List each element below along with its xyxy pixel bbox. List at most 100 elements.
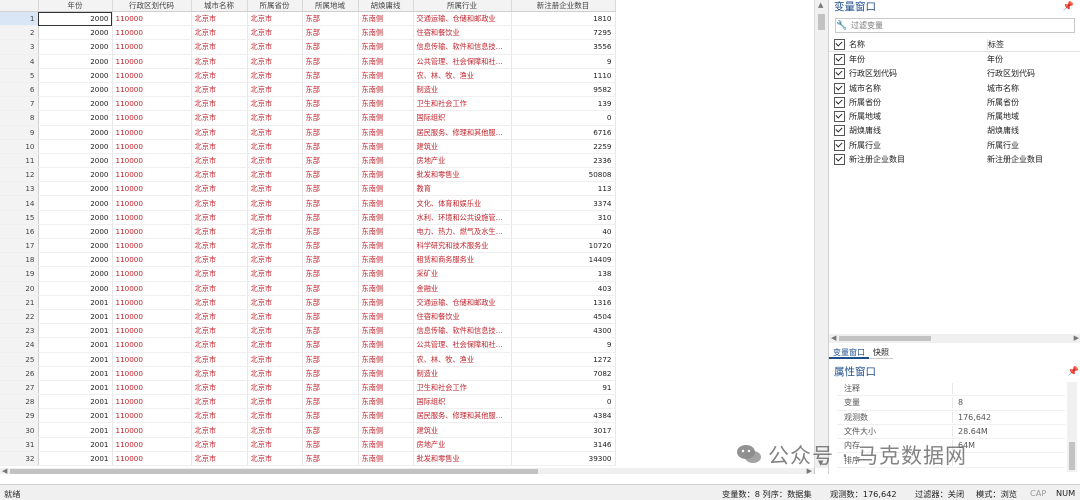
table-cell[interactable]: 东部: [302, 39, 359, 55]
table-cell[interactable]: 91: [511, 380, 616, 396]
table-cell[interactable]: 北京市: [247, 295, 303, 310]
table-row[interactable]: 13 2000 110000 北京市 北京市 东部 东南侧 教育 113: [0, 181, 616, 197]
table-cell[interactable]: 东南侧: [358, 39, 414, 55]
table-cell[interactable]: 北京市: [191, 54, 248, 69]
variable-list[interactable]: 名称 标签 年份 年份 行政区划代码 行政区划代码 城市名称 城市名称 所属省份 所属省份 所属…: [829, 37, 1080, 167]
row-number[interactable]: 25: [0, 352, 39, 367]
table-cell[interactable]: 北京市: [191, 39, 248, 55]
row-number[interactable]: 32: [0, 451, 39, 467]
table-cell[interactable]: 110000: [112, 309, 192, 325]
table-cell[interactable]: 北京市: [247, 366, 303, 381]
table-cell[interactable]: 10720: [511, 238, 616, 254]
table-cell[interactable]: 北京市: [247, 54, 303, 69]
table-cell[interactable]: 北京市: [191, 96, 248, 112]
table-cell[interactable]: 北京市: [247, 181, 303, 197]
table-row[interactable]: 28 2001 110000 北京市 北京市 东部 东南侧 国际组织 0: [0, 394, 616, 410]
table-row[interactable]: 2 2000 110000 北京市 北京市 东部 东南侧 住宿和餐饮业 7295: [0, 25, 616, 41]
table-cell[interactable]: 110000: [112, 139, 192, 154]
table-cell[interactable]: 110000: [112, 352, 192, 367]
table-cell[interactable]: 北京市: [191, 195, 248, 211]
table-cell[interactable]: 北京市: [247, 224, 303, 240]
table-cell[interactable]: 110000: [112, 252, 192, 268]
table-cell[interactable]: 110000: [112, 181, 192, 197]
pin-icon[interactable]: 📌: [1063, 0, 1074, 14]
table-cell[interactable]: 2000: [38, 210, 113, 225]
table-cell[interactable]: 北京市: [191, 266, 248, 282]
table-cell[interactable]: 110000: [112, 422, 192, 438]
table-cell[interactable]: 北京市: [191, 380, 248, 396]
table-cell[interactable]: 交通运输、仓储和邮政业: [413, 11, 512, 27]
table-cell[interactable]: 东部: [302, 366, 359, 381]
table-cell[interactable]: 北京市: [191, 167, 248, 183]
table-cell[interactable]: 7082: [511, 366, 616, 381]
table-cell[interactable]: 信息传输、软件和信息技…: [413, 323, 512, 339]
table-cell[interactable]: 9: [511, 337, 616, 353]
table-cell[interactable]: 北京市: [247, 210, 303, 225]
table-cell[interactable]: 东南侧: [358, 380, 414, 396]
table-cell[interactable]: 110000: [112, 82, 192, 98]
table-cell[interactable]: 3556: [511, 39, 616, 55]
table-cell[interactable]: 北京市: [247, 451, 303, 467]
table-cell[interactable]: 北京市: [247, 195, 303, 211]
table-cell[interactable]: 4504: [511, 309, 616, 325]
table-cell[interactable]: 4384: [511, 408, 616, 424]
table-cell[interactable]: 东部: [302, 210, 359, 225]
table-row[interactable]: 3 2000 110000 北京市 北京市 东部 东南侧 信息传输、软件和信息技… 3556: [0, 39, 616, 55]
table-cell[interactable]: 国际组织: [413, 394, 512, 410]
table-cell[interactable]: 110000: [112, 281, 192, 296]
table-cell[interactable]: 东部: [302, 110, 359, 126]
table-cell[interactable]: 2336: [511, 153, 616, 169]
variable-checkbox[interactable]: [834, 96, 845, 108]
table-cell[interactable]: 东部: [302, 266, 359, 282]
table-row[interactable]: 6 2000 110000 北京市 北京市 东部 东南侧 制造业 9582: [0, 82, 616, 98]
table-cell[interactable]: 东南侧: [358, 323, 414, 339]
table-cell[interactable]: 东部: [302, 337, 359, 353]
table-cell[interactable]: 东南侧: [358, 139, 414, 154]
row-number[interactable]: 7: [0, 96, 39, 112]
variable-row[interactable]: 胡焕庸线 胡焕庸线: [829, 124, 1080, 138]
table-cell[interactable]: 房地产业: [413, 153, 512, 169]
table-row[interactable]: 14 2000 110000 北京市 北京市 东部 东南侧 文化、体育和娱乐业 3374: [0, 195, 616, 211]
table-cell[interactable]: 北京市: [191, 238, 248, 254]
table-cell[interactable]: 2000: [38, 224, 113, 240]
table-cell[interactable]: 14409: [511, 252, 616, 268]
table-cell[interactable]: 东部: [302, 195, 359, 211]
table-cell[interactable]: 2001: [38, 352, 113, 367]
table-cell[interactable]: 2000: [38, 125, 113, 140]
table-cell[interactable]: 东部: [302, 323, 359, 339]
table-cell[interactable]: 北京市: [247, 309, 303, 325]
table-cell[interactable]: 东部: [302, 224, 359, 240]
scroll-thumb[interactable]: [1069, 442, 1075, 470]
table-cell[interactable]: 北京市: [191, 295, 248, 310]
row-number[interactable]: 31: [0, 437, 39, 452]
properties-scrollbar[interactable]: [1067, 382, 1077, 472]
table-cell[interactable]: 2000: [38, 54, 113, 69]
data-grid[interactable]: 年份 行政区划代码 城市名称 所属省份 所属地域 胡焕庸线 所属行业 新注册企业数目 1 200…: [0, 0, 616, 467]
table-cell[interactable]: 建筑业: [413, 139, 512, 154]
table-cell[interactable]: 东南侧: [358, 394, 414, 410]
table-cell[interactable]: 110000: [112, 68, 192, 83]
table-cell[interactable]: 东南侧: [358, 238, 414, 254]
table-cell[interactable]: 交通运输、仓储和邮政业: [413, 295, 512, 310]
table-cell[interactable]: 北京市: [247, 238, 303, 254]
row-number[interactable]: 11: [0, 153, 39, 169]
table-cell[interactable]: 2001: [38, 380, 113, 396]
table-cell[interactable]: 110000: [112, 167, 192, 183]
table-cell[interactable]: 北京市: [247, 68, 303, 83]
row-number[interactable]: 21: [0, 295, 39, 310]
table-cell[interactable]: 东部: [302, 153, 359, 169]
table-cell[interactable]: 东南侧: [358, 309, 414, 325]
table-cell[interactable]: 110000: [112, 54, 192, 69]
table-cell[interactable]: 东部: [302, 252, 359, 268]
table-cell[interactable]: 北京市: [191, 125, 248, 140]
table-cell[interactable]: 4300: [511, 323, 616, 339]
variable-row[interactable]: 行政区划代码 行政区划代码: [829, 67, 1080, 81]
table-cell[interactable]: 北京市: [191, 422, 248, 438]
table-cell[interactable]: 北京市: [247, 153, 303, 169]
table-cell[interactable]: 教育: [413, 181, 512, 197]
table-cell[interactable]: 住宿和餐饮业: [413, 25, 512, 41]
table-row[interactable]: 30 2001 110000 北京市 北京市 东部 东南侧 建筑业 3017: [0, 422, 616, 438]
table-cell[interactable]: 北京市: [247, 266, 303, 282]
variable-row[interactable]: 年份 年份: [829, 52, 1080, 66]
table-cell[interactable]: 居民服务、修理和其他服…: [413, 408, 512, 424]
